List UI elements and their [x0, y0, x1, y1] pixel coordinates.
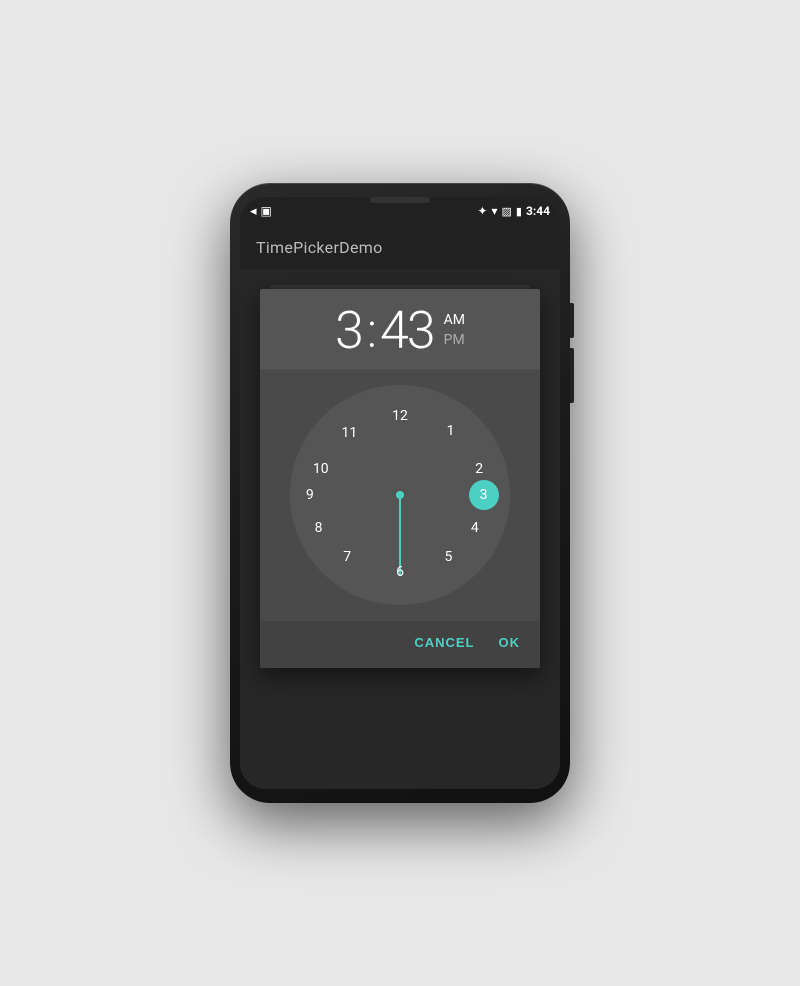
- app-bar: TimePickerDemo: [240, 225, 560, 269]
- phone-device: ◂ ▣ ✦ ▾ ▨ ▮ 3:44 TimePickerDemo PICK TIM…: [230, 183, 570, 803]
- dialog-overlay: 3 : 43 AM PM: [240, 269, 560, 789]
- battery-icon: ▮: [516, 205, 522, 218]
- clock-face[interactable]: 12 1 2 3: [290, 385, 510, 605]
- time-display-hours[interactable]: 3: [335, 305, 362, 357]
- phone-screen: ◂ ▣ ✦ ▾ ▨ ▮ 3:44 TimePickerDemo PICK TIM…: [240, 197, 560, 789]
- clock-num-6[interactable]: 6: [385, 557, 415, 587]
- app-content: PICK TIME Pick a time, see it here 3 : 4…: [240, 269, 560, 789]
- volume-button[interactable]: [570, 348, 574, 403]
- clock-num-1[interactable]: 1: [436, 416, 466, 446]
- dialog-actions: CANCEL OK: [260, 621, 540, 668]
- status-bar: ◂ ▣ ✦ ▾ ▨ ▮ 3:44: [240, 197, 560, 225]
- sim-icon: ▣: [261, 204, 272, 218]
- time-separator: :: [367, 307, 375, 355]
- time-picker-dialog: 3 : 43 AM PM: [260, 289, 540, 668]
- time-header: 3 : 43 AM PM: [260, 289, 540, 369]
- clock-num-3[interactable]: 3: [469, 480, 499, 510]
- cancel-button[interactable]: CANCEL: [410, 629, 478, 656]
- status-right-icons: ✦ ▾ ▨ ▮ 3:44: [477, 204, 550, 218]
- clock-num-8[interactable]: 8: [304, 513, 334, 543]
- clock-num-2[interactable]: 2: [464, 454, 494, 484]
- clock-num-11[interactable]: 11: [334, 418, 364, 448]
- clock-num-12[interactable]: 12: [385, 401, 415, 431]
- clock-num-9[interactable]: 9: [295, 480, 325, 510]
- app-title: TimePickerDemo: [256, 238, 383, 257]
- clock-num-10[interactable]: 10: [306, 454, 336, 484]
- pm-option[interactable]: PM: [444, 331, 465, 351]
- signal-icon: ▨: [501, 205, 511, 218]
- clock-num-7[interactable]: 7: [332, 542, 362, 572]
- notification-icon: ◂: [250, 204, 257, 219]
- status-left-icons: ◂ ▣: [250, 204, 272, 219]
- clock-container: 12 1 2 3: [260, 369, 540, 621]
- clock-num-5[interactable]: 5: [433, 542, 463, 572]
- clock-num-4[interactable]: 4: [460, 513, 490, 543]
- am-option[interactable]: AM: [444, 311, 465, 331]
- ok-button[interactable]: OK: [495, 629, 525, 656]
- time-display-minutes[interactable]: 43: [380, 305, 434, 357]
- wifi-icon: ▾: [491, 204, 497, 218]
- power-button[interactable]: [570, 303, 574, 338]
- bluetooth-icon: ✦: [477, 204, 487, 218]
- ampm-group[interactable]: AM PM: [444, 311, 465, 350]
- status-time: 3:44: [526, 204, 550, 218]
